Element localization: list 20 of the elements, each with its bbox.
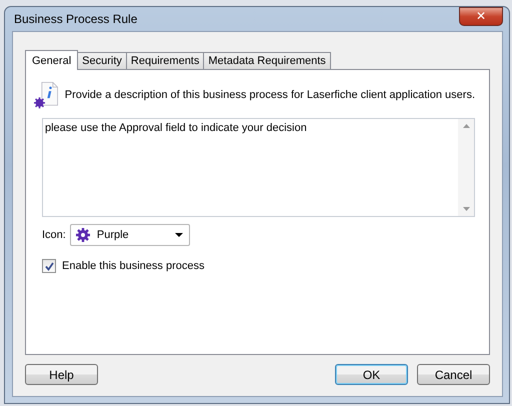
gear-icon xyxy=(74,227,91,243)
tab[interactable]: Metadata Requirements xyxy=(203,52,331,69)
description-field[interactable]: please use the Approval field to indicate your decision xyxy=(42,118,475,217)
icon-dropdown[interactable]: Purple xyxy=(70,224,190,246)
caret-icon xyxy=(174,233,183,237)
close-button[interactable]: ✕ xyxy=(459,6,503,26)
icon-label: Icon: xyxy=(42,229,66,241)
window-title: Business Process Rule xyxy=(13,12,138,26)
tab[interactable]: General xyxy=(25,50,78,70)
checkbox[interactable] xyxy=(42,259,56,273)
scrollbar[interactable] xyxy=(458,119,474,216)
tab[interactable]: Requirements xyxy=(126,52,204,69)
dialog-button[interactable]: Cancel xyxy=(417,364,490,385)
tab[interactable]: Security xyxy=(77,52,127,69)
scroll-up-icon[interactable] xyxy=(462,124,470,128)
dialog-button[interactable]: Help xyxy=(25,364,98,385)
checkbox-label: Enable this business process xyxy=(62,260,204,272)
dialog-button[interactable]: OK xyxy=(335,364,408,385)
scroll-down-icon[interactable] xyxy=(462,207,470,211)
description-prompt: Provide a description of this business process for Laserfiche client application users. xyxy=(64,89,475,101)
